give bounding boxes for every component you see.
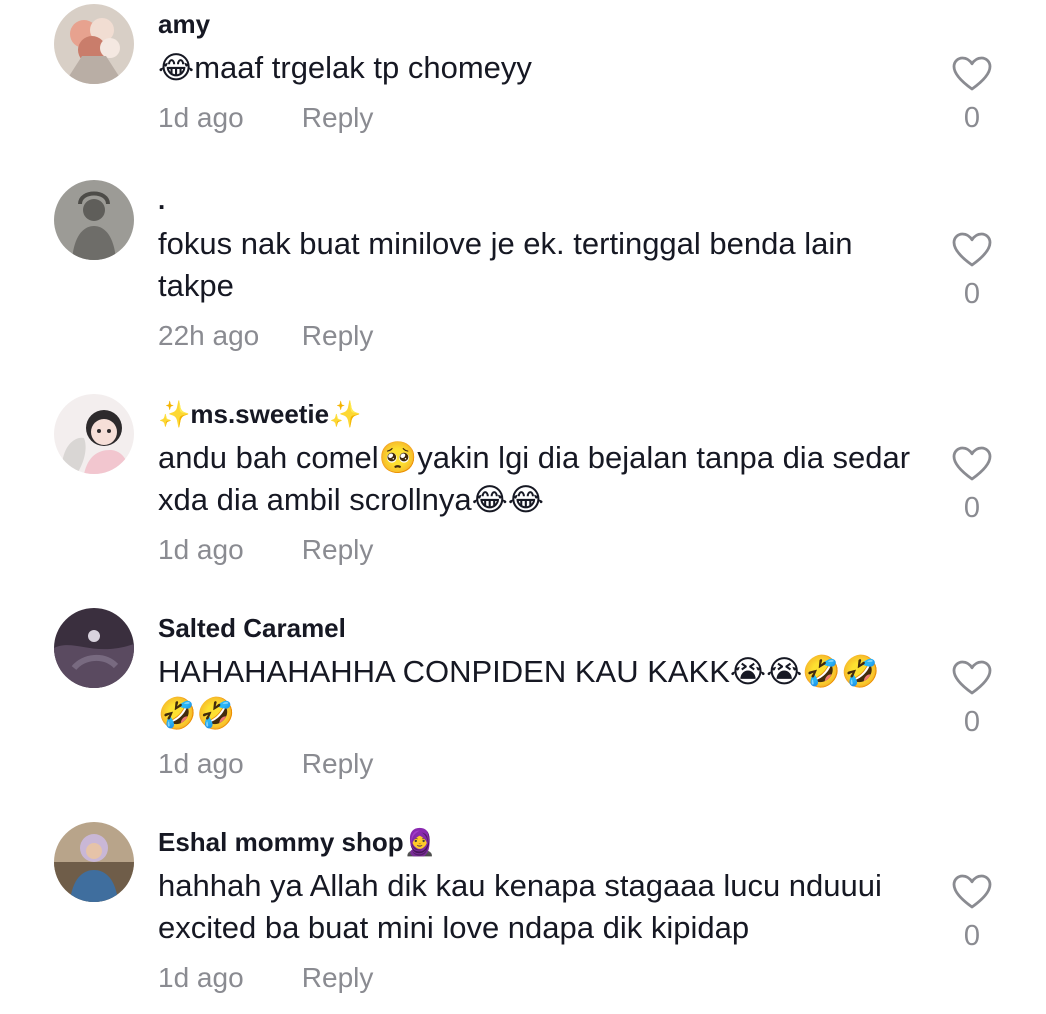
comment-time: 1d ago (158, 748, 244, 779)
avatar[interactable] (54, 822, 134, 902)
reply-button[interactable]: Reply (302, 320, 374, 352)
reply-button[interactable]: Reply (302, 748, 374, 780)
avatar[interactable] (54, 394, 134, 474)
comment-username[interactable]: Eshal mommy shop🧕 (158, 827, 436, 858)
avatar[interactable] (54, 4, 134, 84)
like-button[interactable]: 0 (950, 56, 994, 135)
comment-time: 1d ago (158, 534, 244, 565)
reply-button[interactable]: Reply (302, 962, 374, 994)
comment-text: andu bah comel🥺yakin lgi dia bejalan tan… (158, 440, 911, 517)
reply-button[interactable]: Reply (302, 102, 374, 134)
like-count: 0 (963, 102, 981, 134)
like-button[interactable]: 0 (950, 874, 994, 953)
comment-meta: 1d ago Reply (158, 102, 373, 134)
heart-outline-icon[interactable] (950, 232, 994, 268)
like-button[interactable]: 0 (950, 232, 994, 311)
like-button[interactable]: 0 (950, 446, 994, 525)
comment-time: 1d ago (158, 102, 244, 133)
heart-outline-icon[interactable] (950, 874, 994, 910)
comment-username[interactable]: . (158, 185, 165, 216)
comment-time: 1d ago (158, 962, 244, 993)
avatar[interactable] (54, 180, 134, 260)
comment-meta: 22h ago Reply (158, 320, 373, 352)
comment-username[interactable]: Salted Caramel (158, 613, 346, 644)
comment-text: fokus nak buat minilove je ek. tertingga… (158, 226, 853, 303)
comment-time: 22h ago (158, 320, 260, 351)
comment-meta: 1d ago Reply (158, 534, 373, 566)
comment-text: 😂maaf trgelak tp chomeyy (158, 50, 532, 85)
comment-text: hahhah ya Allah dik kau kenapa stagaaa l… (158, 868, 882, 945)
comment-text: HAHAHAHAHHA CONPIDEN KAU KAKK😭😭🤣🤣🤣🤣 (158, 654, 880, 731)
like-count: 0 (963, 492, 981, 524)
comment-username[interactable]: amy (158, 9, 210, 40)
heart-outline-icon[interactable] (950, 660, 994, 696)
comment-meta: 1d ago Reply (158, 962, 373, 994)
like-count: 0 (963, 278, 981, 310)
heart-outline-icon[interactable] (950, 446, 994, 482)
comment-meta: 1d ago Reply (158, 748, 373, 780)
like-count: 0 (963, 920, 981, 952)
avatar[interactable] (54, 608, 134, 688)
heart-outline-icon[interactable] (950, 56, 994, 92)
comment-username[interactable]: ✨ms.sweetie✨ (158, 399, 362, 430)
like-button[interactable]: 0 (950, 660, 994, 739)
like-count: 0 (963, 706, 981, 738)
reply-button[interactable]: Reply (302, 534, 374, 566)
